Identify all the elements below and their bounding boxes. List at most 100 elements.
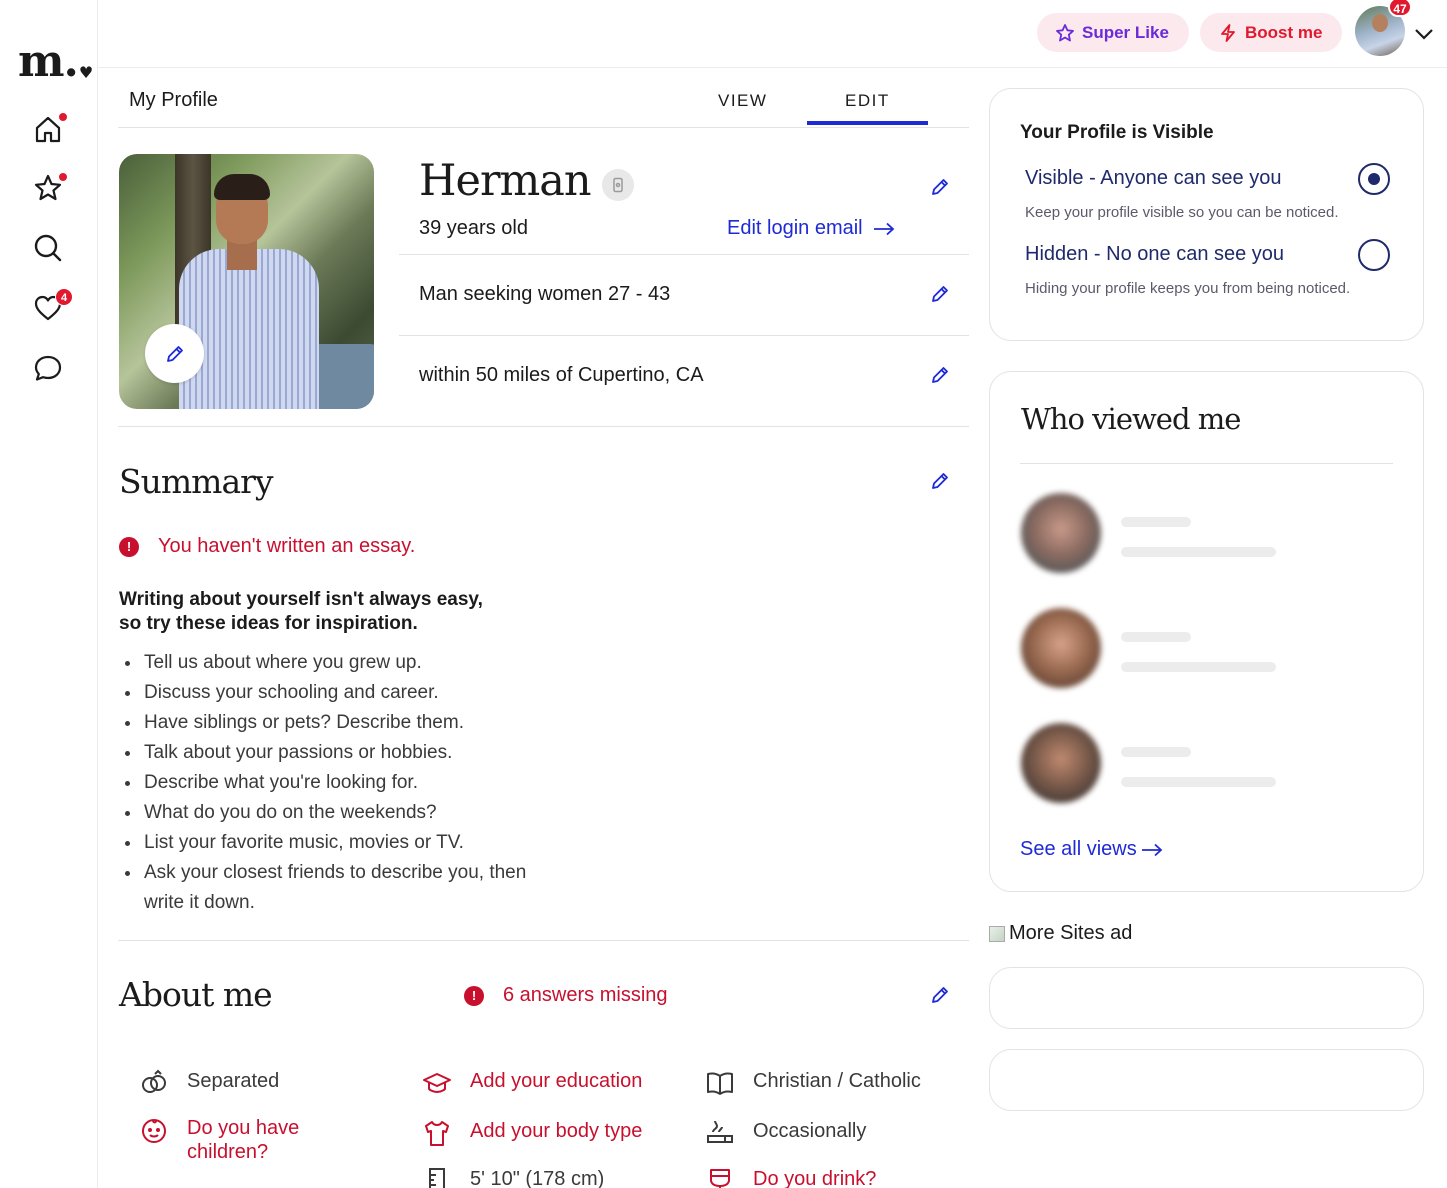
chat-bubble-icon[interactable] [31,351,65,385]
edit-summary-button[interactable] [929,470,953,494]
edit-location-button[interactable] [929,364,953,388]
search-icon[interactable] [31,231,65,265]
summary-heading: Summary [119,462,274,501]
viewer-placeholder-line [1121,632,1191,642]
drink-icon [703,1164,737,1188]
viewer-placeholder-line [1121,747,1191,757]
active-tab-indicator [807,121,928,125]
see-all-views-link[interactable]: See all views [1020,838,1163,861]
ad-image-placeholder[interactable]: More Sites ad [989,922,1132,945]
divider [118,940,969,941]
visible-radio[interactable] [1358,163,1390,195]
pencil-icon [932,286,948,302]
tips-heading: Writing about yourself isn't always easy… [119,589,483,634]
who-viewed-me-title: Who viewed me [1021,402,1241,436]
list-item: List your favorite music, movies or TV. [119,828,539,858]
pencil-icon [932,473,948,489]
hidden-option-label[interactable]: Hidden - No one can see you [1025,243,1284,266]
divider [399,335,969,336]
visible-option-description: Keep your profile visible so you can be … [1025,204,1339,221]
boost-me-label: Boost me [1245,22,1323,42]
profile-name: Herman [419,156,592,206]
edit-photo-button[interactable] [145,324,204,383]
hidden-radio[interactable] [1358,239,1390,271]
relationship-status-item[interactable]: Separated [137,1066,279,1100]
viewer-placeholder-line [1121,777,1276,787]
verify-phone-icon[interactable] [602,169,634,201]
edit-name-button[interactable] [929,176,953,200]
who-viewed-me-card: Who viewed me See all views [989,371,1424,892]
answers-missing-text: 6 answers missing [503,984,668,1006]
smoking-item[interactable]: Occasionally [703,1116,866,1150]
app-logo[interactable]: m.♥ [18,36,93,87]
arrow-right-icon [873,222,894,235]
divider [1020,463,1393,464]
edit-seeking-button[interactable] [929,283,953,307]
home-notification-dot [58,112,68,122]
viewer-placeholder-line [1121,662,1276,672]
pencil-icon [932,987,948,1003]
list-item: Talk about your passions or hobbies. [119,738,539,768]
page-title: My Profile [129,89,218,111]
viewer-placeholder-line [1121,547,1276,557]
list-item: Tell us about where you grew up. [119,648,539,678]
children-item[interactable]: Do you have children? [137,1113,327,1164]
list-item: Have siblings or pets? Describe them. [119,708,539,738]
notification-count-badge: 47 [1388,0,1412,17]
lightning-icon [1221,23,1235,42]
boost-me-button[interactable]: Boost me [1200,13,1343,52]
rings-icon [137,1066,171,1100]
pencil-icon [932,367,948,383]
arrow-right-icon [1141,843,1163,856]
tab-edit[interactable]: EDIT [845,91,890,111]
shirt-icon [420,1116,454,1150]
super-like-label: Super Like [1082,22,1169,42]
graduation-cap-icon [420,1066,454,1100]
chevron-down-icon[interactable] [1411,22,1437,46]
ad-slot [989,1049,1424,1111]
likes-count-badge: 4 [55,288,73,306]
star-outline-icon [1056,23,1074,41]
list-item: What do you do on the weekends? [119,798,539,828]
education-item[interactable]: Add your education [420,1066,642,1100]
divider [118,426,969,427]
profile-age: 39 years old [419,217,528,239]
top-bar: Super Like Boost me 47 [98,0,1447,68]
pencil-icon [932,179,948,195]
location-preference: within 50 miles of Cupertino, CA [419,364,704,386]
divider [399,254,969,255]
star-notification-dot [58,172,68,182]
pencil-icon [166,345,183,362]
drinking-item[interactable]: Do you drink? [703,1164,876,1188]
height-item[interactable]: 5' 10" (178 cm) [420,1164,604,1188]
list-item: Discuss your schooling and career. [119,678,539,708]
about-me-heading: About me [119,975,273,1014]
hidden-option-description: Hiding your profile keeps you from being… [1025,280,1351,297]
list-item: Ask your closest friends to describe you… [119,858,539,918]
body-type-item[interactable]: Add your body type [420,1116,642,1150]
edit-about-me-button[interactable] [929,984,953,1008]
smoking-icon [703,1116,737,1150]
visibility-title: Your Profile is Visible [1020,122,1214,143]
tab-view[interactable]: VIEW [718,91,767,111]
visible-option-label[interactable]: Visible - Anyone can see you [1025,167,1281,190]
alert-icon: ! [119,537,139,557]
viewer-placeholder-line [1121,517,1191,527]
baby-face-icon [137,1113,171,1147]
super-like-button[interactable]: Super Like [1037,13,1189,52]
essay-warning: You haven't written an essay. [158,535,416,557]
ruler-icon [420,1164,454,1188]
viewer-avatar[interactable] [1021,493,1101,573]
religion-item[interactable]: Christian / Catholic [703,1066,921,1100]
viewer-avatar[interactable] [1021,723,1101,803]
viewer-avatar[interactable] [1021,608,1101,688]
left-nav-rail: m.♥ 4 [0,0,98,1188]
ad-slot [989,967,1424,1029]
book-icon [703,1066,737,1100]
divider [118,127,969,128]
alert-icon: ! [464,986,484,1006]
broken-image-icon [989,925,1005,942]
edit-login-email-link[interactable]: Edit login email [727,217,895,240]
tips-list: Tell us about where you grew up. Discuss… [119,648,539,918]
seeking-preference: Man seeking women 27 - 43 [419,283,671,305]
